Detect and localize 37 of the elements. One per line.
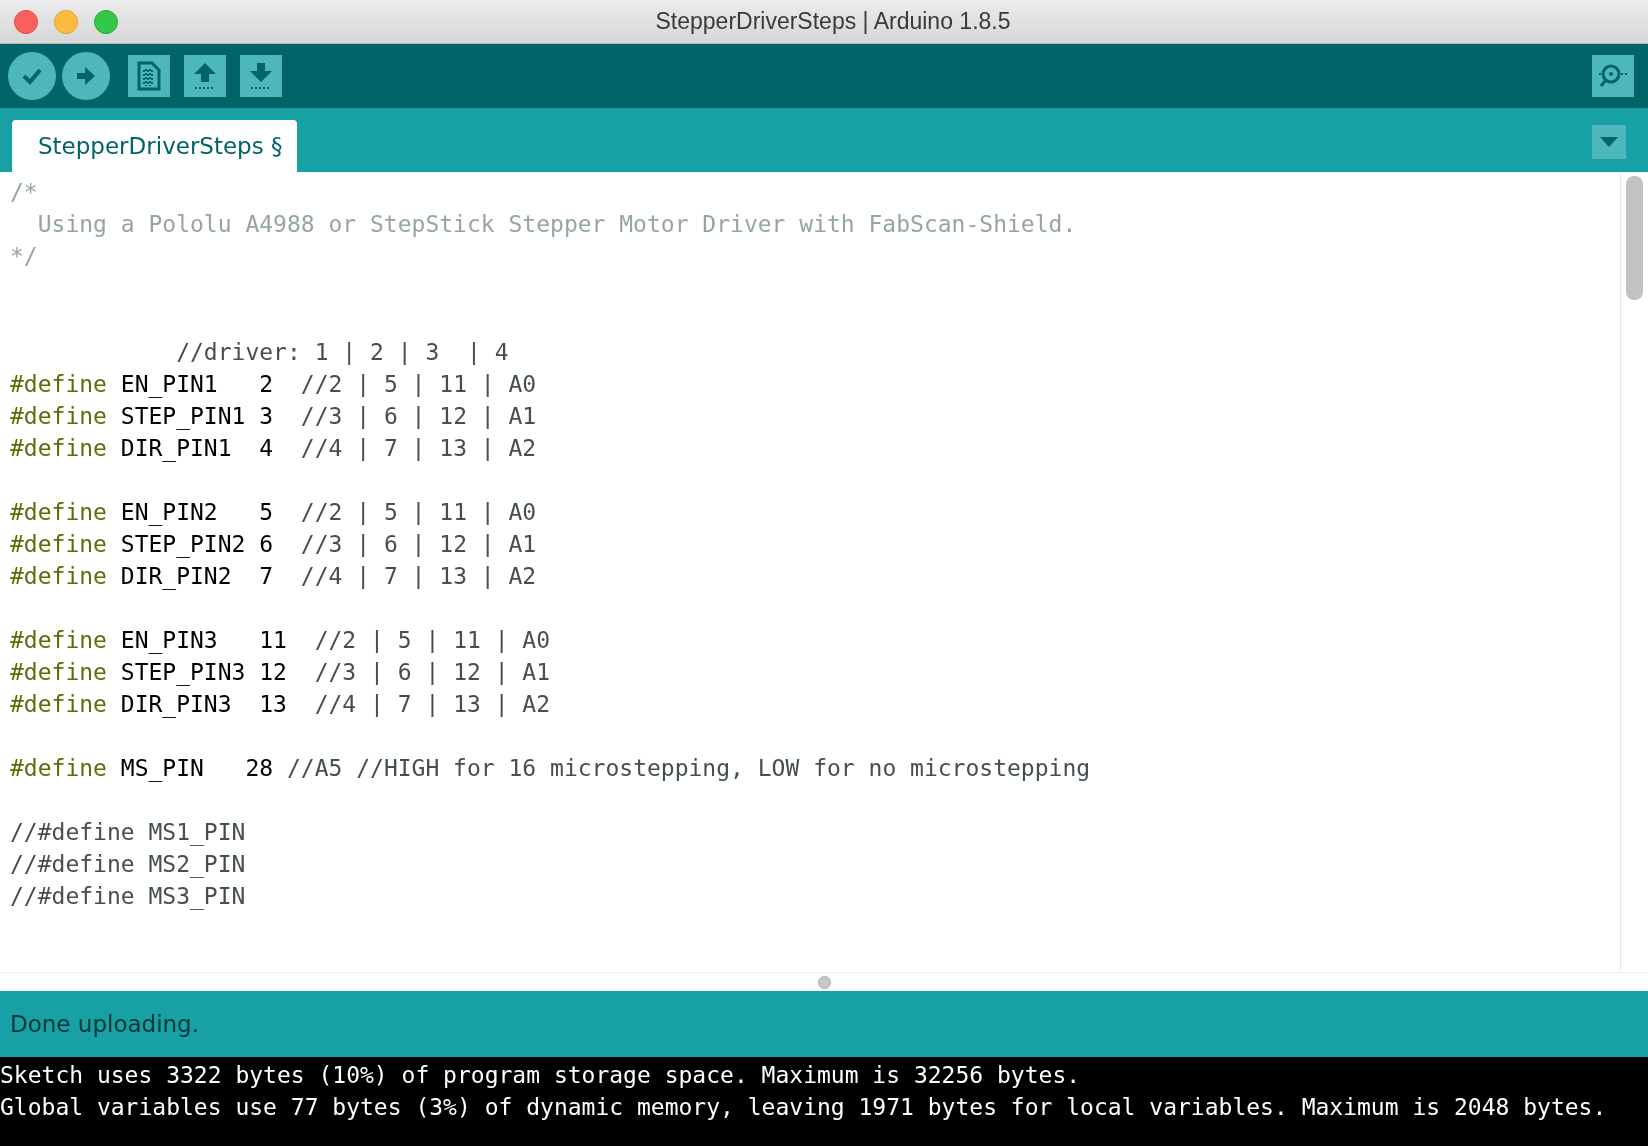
serial-monitor-button[interactable] — [1592, 55, 1634, 97]
code-line: #define STEP_PIN3 12 //3 | 6 | 12 | A1 — [10, 658, 552, 688]
up-arrow-icon — [192, 61, 218, 91]
window-title: StepperDriverSteps | Arduino 1.8.5 — [654, 8, 1012, 35]
open-button[interactable] — [184, 55, 226, 97]
console-line: Global variables use 77 bytes (3%) of dynamic memory, leaving 1971 bytes for local variables. Maximum is 2048 bytes. — [0, 1093, 1608, 1122]
zoom-button[interactable] — [94, 9, 118, 34]
code-line: #define EN_PIN1 2 //2 | 5 | 11 | A0 — [10, 370, 538, 400]
minimize-button[interactable] — [54, 9, 78, 34]
splitter-handle[interactable] — [817, 975, 831, 989]
code-line: #define DIR_PIN2 7 //4 | 7 | 13 | A2 — [10, 562, 538, 592]
new-sketch-button[interactable] — [128, 55, 170, 97]
upload-button[interactable] — [62, 52, 110, 100]
code-line: #define DIR_PIN3 13 //4 | 7 | 13 | A2 — [10, 690, 552, 720]
code-line: Using a Pololu A4988 or StepStick Stepper Motor Driver with FabScan-Shield. — [36, 210, 1078, 239]
code-line: #define STEP_PIN2 6 //3 | 6 | 12 | A1 — [10, 530, 538, 560]
code-line: //driver: 1 | 2 | 3 | 4 — [175, 338, 510, 367]
code-line: #define EN_PIN3 11 //2 | 5 | 11 | A0 — [10, 626, 552, 656]
document-icon — [137, 61, 161, 91]
save-button[interactable] — [240, 55, 282, 97]
code-line: #define STEP_PIN1 3 //3 | 6 | 12 | A1 — [10, 402, 538, 432]
code-line: #define DIR_PIN1 4 //4 | 7 | 13 | A2 — [10, 434, 538, 464]
status-message: Done uploading. — [10, 1011, 200, 1037]
code-line: /* — [10, 178, 39, 207]
code-line: //#define MS2_PIN — [10, 850, 247, 880]
code-line: */ — [10, 242, 39, 271]
tab-menu-button[interactable] — [1592, 125, 1626, 159]
code-line: #define MS_PIN 28 //A5 //HIGH for 16 microstepping, LOW for no microstepping — [10, 754, 1092, 784]
close-button[interactable] — [14, 9, 38, 34]
caret-icon — [1599, 136, 1619, 148]
down-arrow-icon — [248, 61, 274, 91]
code-line: //#define MS3_PIN — [10, 882, 247, 912]
console-line: Sketch uses 3322 bytes (10%) of program storage space. Maximum is 32256 bytes. — [0, 1061, 1082, 1090]
verify-button[interactable] — [8, 52, 56, 100]
code-line: //#define MS1_PIN — [10, 818, 247, 848]
code-line: #define EN_PIN2 5 //2 | 5 | 11 | A0 — [10, 498, 538, 528]
file-tab[interactable]: StepperDriverSteps § — [12, 120, 297, 172]
